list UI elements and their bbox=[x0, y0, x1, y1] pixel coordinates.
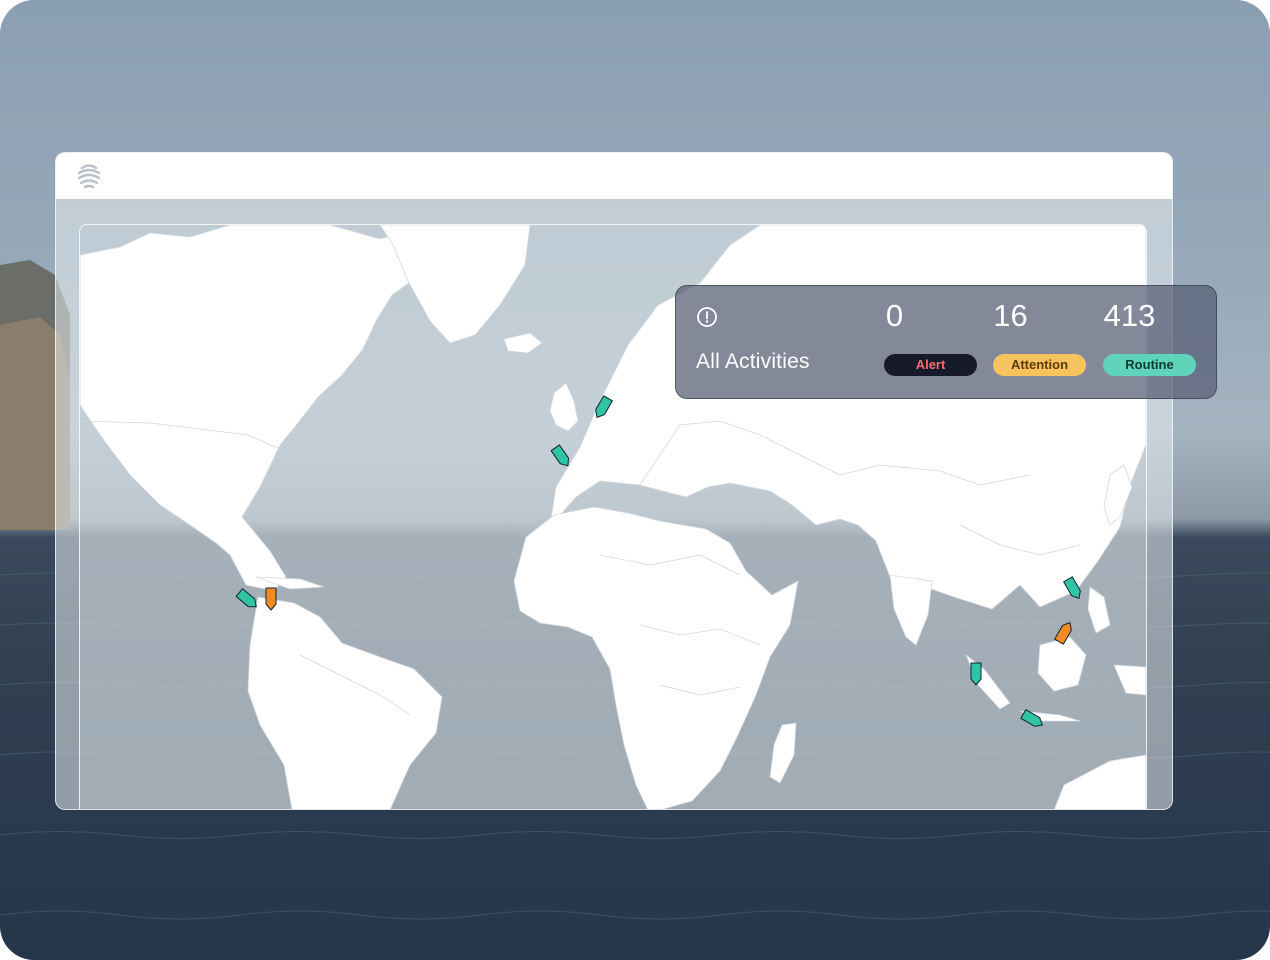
south-america bbox=[247, 596, 443, 809]
philippines bbox=[1087, 586, 1111, 634]
attention-filter-pill[interactable]: Attention bbox=[993, 354, 1086, 376]
great-britain bbox=[549, 382, 579, 432]
borneo bbox=[1037, 636, 1087, 692]
iceland bbox=[503, 332, 543, 354]
madagascar bbox=[769, 722, 797, 784]
routine-filter-pill[interactable]: Routine bbox=[1103, 354, 1196, 376]
alert-circle-icon bbox=[697, 307, 717, 327]
all-activities-title: All Activities bbox=[696, 350, 810, 373]
routine-count: 413 bbox=[1103, 298, 1156, 333]
attention-count: 16 bbox=[993, 298, 1028, 333]
app-window bbox=[55, 152, 1173, 810]
africa bbox=[513, 506, 799, 809]
australia bbox=[1053, 754, 1146, 809]
activity-summary-card[interactable]: All Activities 0 16 413 Alert Attention … bbox=[675, 285, 1217, 399]
app-logo-icon[interactable] bbox=[76, 162, 102, 190]
sumatra bbox=[965, 653, 1011, 710]
north-america bbox=[80, 225, 421, 592]
alert-filter-pill[interactable]: Alert bbox=[884, 354, 977, 376]
java bbox=[1019, 710, 1081, 722]
title-bar bbox=[56, 153, 1172, 199]
new-guinea bbox=[1113, 664, 1146, 696]
alert-count: 0 bbox=[885, 298, 904, 333]
india bbox=[889, 574, 933, 646]
